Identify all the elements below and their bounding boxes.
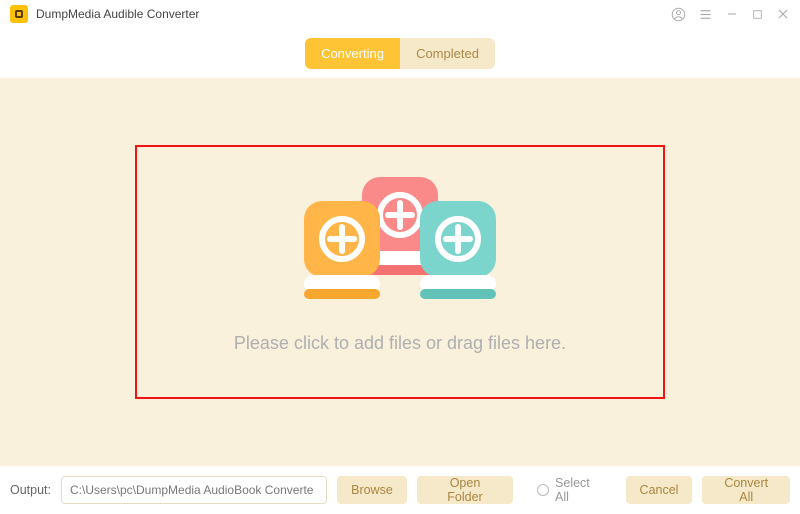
- app-title: DumpMedia Audible Converter: [36, 7, 199, 21]
- titlebar-left: DumpMedia Audible Converter: [10, 5, 199, 23]
- maximize-icon[interactable]: [751, 8, 764, 21]
- account-icon[interactable]: [671, 7, 686, 22]
- tab-completed[interactable]: Completed: [400, 38, 495, 69]
- main-panel: Please click to add files or drag files …: [0, 78, 800, 466]
- radio-icon: [537, 484, 549, 496]
- minimize-icon[interactable]: [725, 7, 739, 21]
- tab-converting[interactable]: Converting: [305, 38, 400, 69]
- browse-button[interactable]: Browse: [337, 476, 407, 504]
- app-logo-icon: [10, 5, 28, 23]
- output-path-field[interactable]: [61, 476, 327, 504]
- output-label: Output:: [10, 483, 51, 497]
- menu-icon[interactable]: [698, 7, 713, 22]
- cancel-button[interactable]: Cancel: [626, 476, 693, 504]
- select-all-label: Select All: [555, 476, 606, 504]
- footer: Output: Browse Open Folder Select All Ca…: [0, 466, 800, 514]
- dropzone[interactable]: Please click to add files or drag files …: [135, 145, 665, 399]
- convert-all-button[interactable]: Convert All: [702, 476, 790, 504]
- open-folder-button[interactable]: Open Folder: [417, 476, 513, 504]
- titlebar-controls: [671, 7, 790, 22]
- add-files-icon: [270, 167, 530, 307]
- tabbar: Converting Completed: [0, 28, 800, 78]
- dropzone-hint: Please click to add files or drag files …: [234, 333, 566, 354]
- close-icon[interactable]: [776, 7, 790, 21]
- tabs: Converting Completed: [305, 38, 495, 69]
- select-all-toggle[interactable]: Select All: [537, 476, 605, 504]
- titlebar: DumpMedia Audible Converter: [0, 0, 800, 28]
